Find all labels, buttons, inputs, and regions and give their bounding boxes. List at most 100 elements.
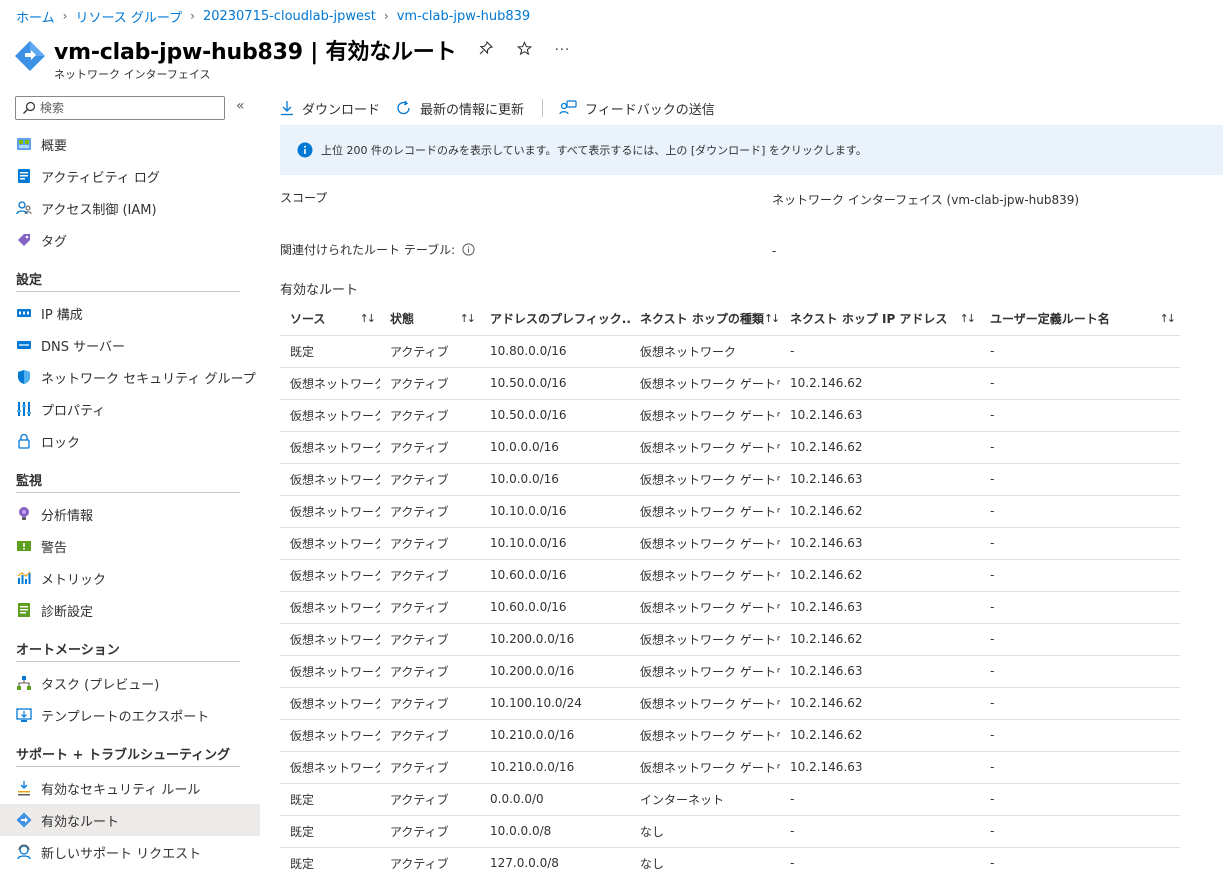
sidebar-item-effective-security-rules[interactable]: 有効なセキュリティ ルール [0, 772, 260, 804]
route-table-value: - [772, 244, 777, 258]
cell-next-hop-type: 仮想ネットワーク ゲートウェイ [630, 495, 780, 528]
table-row: 仮想ネットワーク...アクティブ10.210.0.0/16仮想ネットワーク ゲー… [280, 751, 1180, 784]
sidebar-item-label: タスク (プレビュー) [41, 677, 160, 693]
cell-address-prefix: 10.0.0.0/16 [480, 431, 630, 464]
column-header-next-hop-ip[interactable]: ネクスト ホップ IP アドレス ↑↓ [780, 303, 980, 336]
cell-next-hop-type: 仮想ネットワーク ゲートウェイ [630, 463, 780, 496]
sidebar-item-label: 概要 [41, 138, 68, 154]
cell-source: 仮想ネットワーク... [280, 527, 380, 560]
download-button[interactable]: ダウンロード [280, 99, 380, 118]
sidebar-item-lock[interactable]: ロック [0, 425, 260, 457]
table-row: 仮想ネットワーク...アクティブ10.60.0.0/16仮想ネットワーク ゲート… [280, 591, 1180, 624]
cell-next-hop-ip: 10.2.146.63 [780, 527, 980, 560]
refresh-label: 最新の情報に更新 [420, 102, 525, 118]
sort-icon: ↑↓ [459, 312, 477, 326]
alerts-icon [17, 541, 31, 551]
sidebar-item-metrics[interactable]: メトリック [0, 562, 260, 594]
refresh-icon [397, 100, 410, 115]
sidebar-item-effective-routes[interactable]: 有効なルート [0, 804, 260, 836]
cell-address-prefix: 10.60.0.0/16 [480, 591, 630, 624]
cell-state: アクティブ [380, 591, 480, 624]
column-header-address-prefix[interactable]: アドレスのプレフィック...↑↓ [480, 303, 630, 336]
sidebar-item-tasks[interactable]: タスク (プレビュー) [0, 667, 260, 699]
cell-state: アクティブ [380, 719, 480, 752]
lock-icon [18, 433, 30, 449]
cell-state: アクティブ [380, 559, 480, 592]
cell-state: アクティブ [380, 399, 480, 432]
sidebar-item-dns[interactable]: DNS サーバー [0, 329, 260, 361]
sidebar-item-diagnostics[interactable]: 診断設定 [0, 594, 260, 626]
cell-address-prefix: 0.0.0.0/0 [480, 783, 630, 816]
sidebar-item-new-support-request[interactable]: 新しいサポート リクエスト [0, 836, 260, 868]
sidebar-item-activity-log[interactable]: アクティビティ ログ [0, 160, 260, 192]
table-row: 仮想ネットワーク...アクティブ10.0.0.0/16仮想ネットワーク ゲートウ… [280, 463, 1180, 496]
sidebar-item-insights[interactable]: 分析情報 [0, 498, 260, 530]
cell-address-prefix: 10.200.0.0/16 [480, 623, 630, 656]
refresh-button[interactable]: 最新の情報に更新 [396, 99, 524, 118]
feedback-button[interactable]: フィードバックの送信 [559, 99, 715, 118]
table-row: 仮想ネットワーク...アクティブ10.200.0.0/16仮想ネットワーク ゲー… [280, 655, 1180, 688]
cell-next-hop-type: 仮想ネットワーク ゲートウェイ [630, 591, 780, 624]
cell-next-hop-ip: - [780, 815, 980, 848]
sidebar-item-label: プロパティ [41, 403, 106, 419]
cell-source: 仮想ネットワーク... [280, 495, 380, 528]
sidebar-item-iam[interactable]: アクセス制御 (IAM) [0, 192, 260, 224]
cell-udr-name: - [980, 463, 1180, 496]
sidebar-item-tags[interactable]: タグ [0, 224, 260, 256]
sidebar-item-properties[interactable]: プロパティ [0, 393, 260, 425]
sidebar-item-label: アクティビティ ログ [41, 170, 160, 186]
breadcrumb-home[interactable]: ホーム [16, 7, 55, 26]
cell-udr-name: - [980, 623, 1180, 656]
page-subtitle: ネットワーク インターフェイス [54, 68, 211, 81]
section-automation: オートメーション [16, 636, 240, 662]
cell-udr-name: - [980, 527, 1180, 560]
search-box[interactable] [15, 96, 225, 120]
sidebar-item-label: 新しいサポート リクエスト [41, 846, 202, 862]
sidebar-item-overview[interactable]: 概要 [0, 128, 260, 160]
collapse-sidebar-icon[interactable]: « [236, 98, 245, 114]
sidebar-item-alerts[interactable]: 警告 [0, 530, 260, 562]
cell-next-hop-ip: - [780, 847, 980, 877]
star-icon[interactable] [516, 40, 533, 60]
pin-icon[interactable] [478, 40, 494, 59]
sidebar-item-export-template[interactable]: テンプレートのエクスポート [0, 699, 260, 731]
cell-state: アクティブ [380, 687, 480, 720]
column-header-state[interactable]: 状態 ↑↓ [380, 303, 480, 336]
metrics-icon [17, 571, 31, 584]
cell-source: 既定 [280, 783, 380, 816]
sidebar-item-label: 有効なセキュリティ ルール [41, 782, 201, 798]
tag-icon [18, 234, 30, 246]
search-input[interactable] [40, 101, 210, 115]
cell-source: 既定 [280, 847, 380, 877]
sidebar-item-ip-config[interactable]: IP 構成 [0, 297, 260, 329]
breadcrumb-nic[interactable]: vm-clab-jpw-hub839 [397, 9, 530, 24]
page-header: vm-clab-jpw-hub839 | 有効なルート ··· ネットワーク イ… [14, 34, 570, 82]
more-icon[interactable]: ··· [554, 43, 570, 58]
cell-source: 仮想ネットワーク... [280, 463, 380, 496]
cell-source: 既定 [280, 335, 380, 368]
cell-source: 仮想ネットワーク... [280, 367, 380, 400]
breadcrumb-resource-groups[interactable]: リソース グループ [75, 7, 182, 26]
sidebar-item-label: 診断設定 [41, 604, 94, 620]
cell-next-hop-ip: 10.2.146.63 [780, 655, 980, 688]
section-monitoring: 監視 [16, 467, 240, 493]
table-row: 既定 アクティブ 10.0.0.0/8 なし - - [280, 815, 1180, 848]
sort-icon: ↑↓ [763, 312, 780, 326]
column-header-udr-name[interactable]: ユーザー定義ルート名 ↑↓ [980, 303, 1180, 336]
cell-source: 仮想ネットワーク... [280, 655, 380, 688]
cell-next-hop-type: 仮想ネットワーク ゲートウェイ [630, 719, 780, 752]
column-header-next-hop-type[interactable]: ネクスト ホップの種類 ↑↓ [630, 303, 780, 336]
column-header-source[interactable]: ソース ↑↓ [280, 303, 380, 336]
cell-state: アクティブ [380, 495, 480, 528]
sidebar-item-label: ネットワーク セキュリティ グループ [41, 371, 256, 387]
info-circle-icon[interactable] [462, 243, 475, 256]
sidebar-item-label: 有効なルート [41, 814, 120, 830]
cell-next-hop-ip: 10.2.146.63 [780, 591, 980, 624]
sort-icon: ↑↓ [359, 312, 377, 326]
page-title: vm-clab-jpw-hub839 | 有効なルート [54, 40, 457, 65]
cell-udr-name: - [980, 783, 1180, 816]
sidebar-item-nsg[interactable]: ネットワーク セキュリティ グループ [0, 361, 260, 393]
chevron-right-icon: › [190, 9, 195, 23]
table-row: 仮想ネットワーク...アクティブ10.0.0.0/16仮想ネットワーク ゲートウ… [280, 431, 1180, 464]
breadcrumb-resource-group[interactable]: 20230715-cloudlab-jpwest [203, 9, 376, 24]
